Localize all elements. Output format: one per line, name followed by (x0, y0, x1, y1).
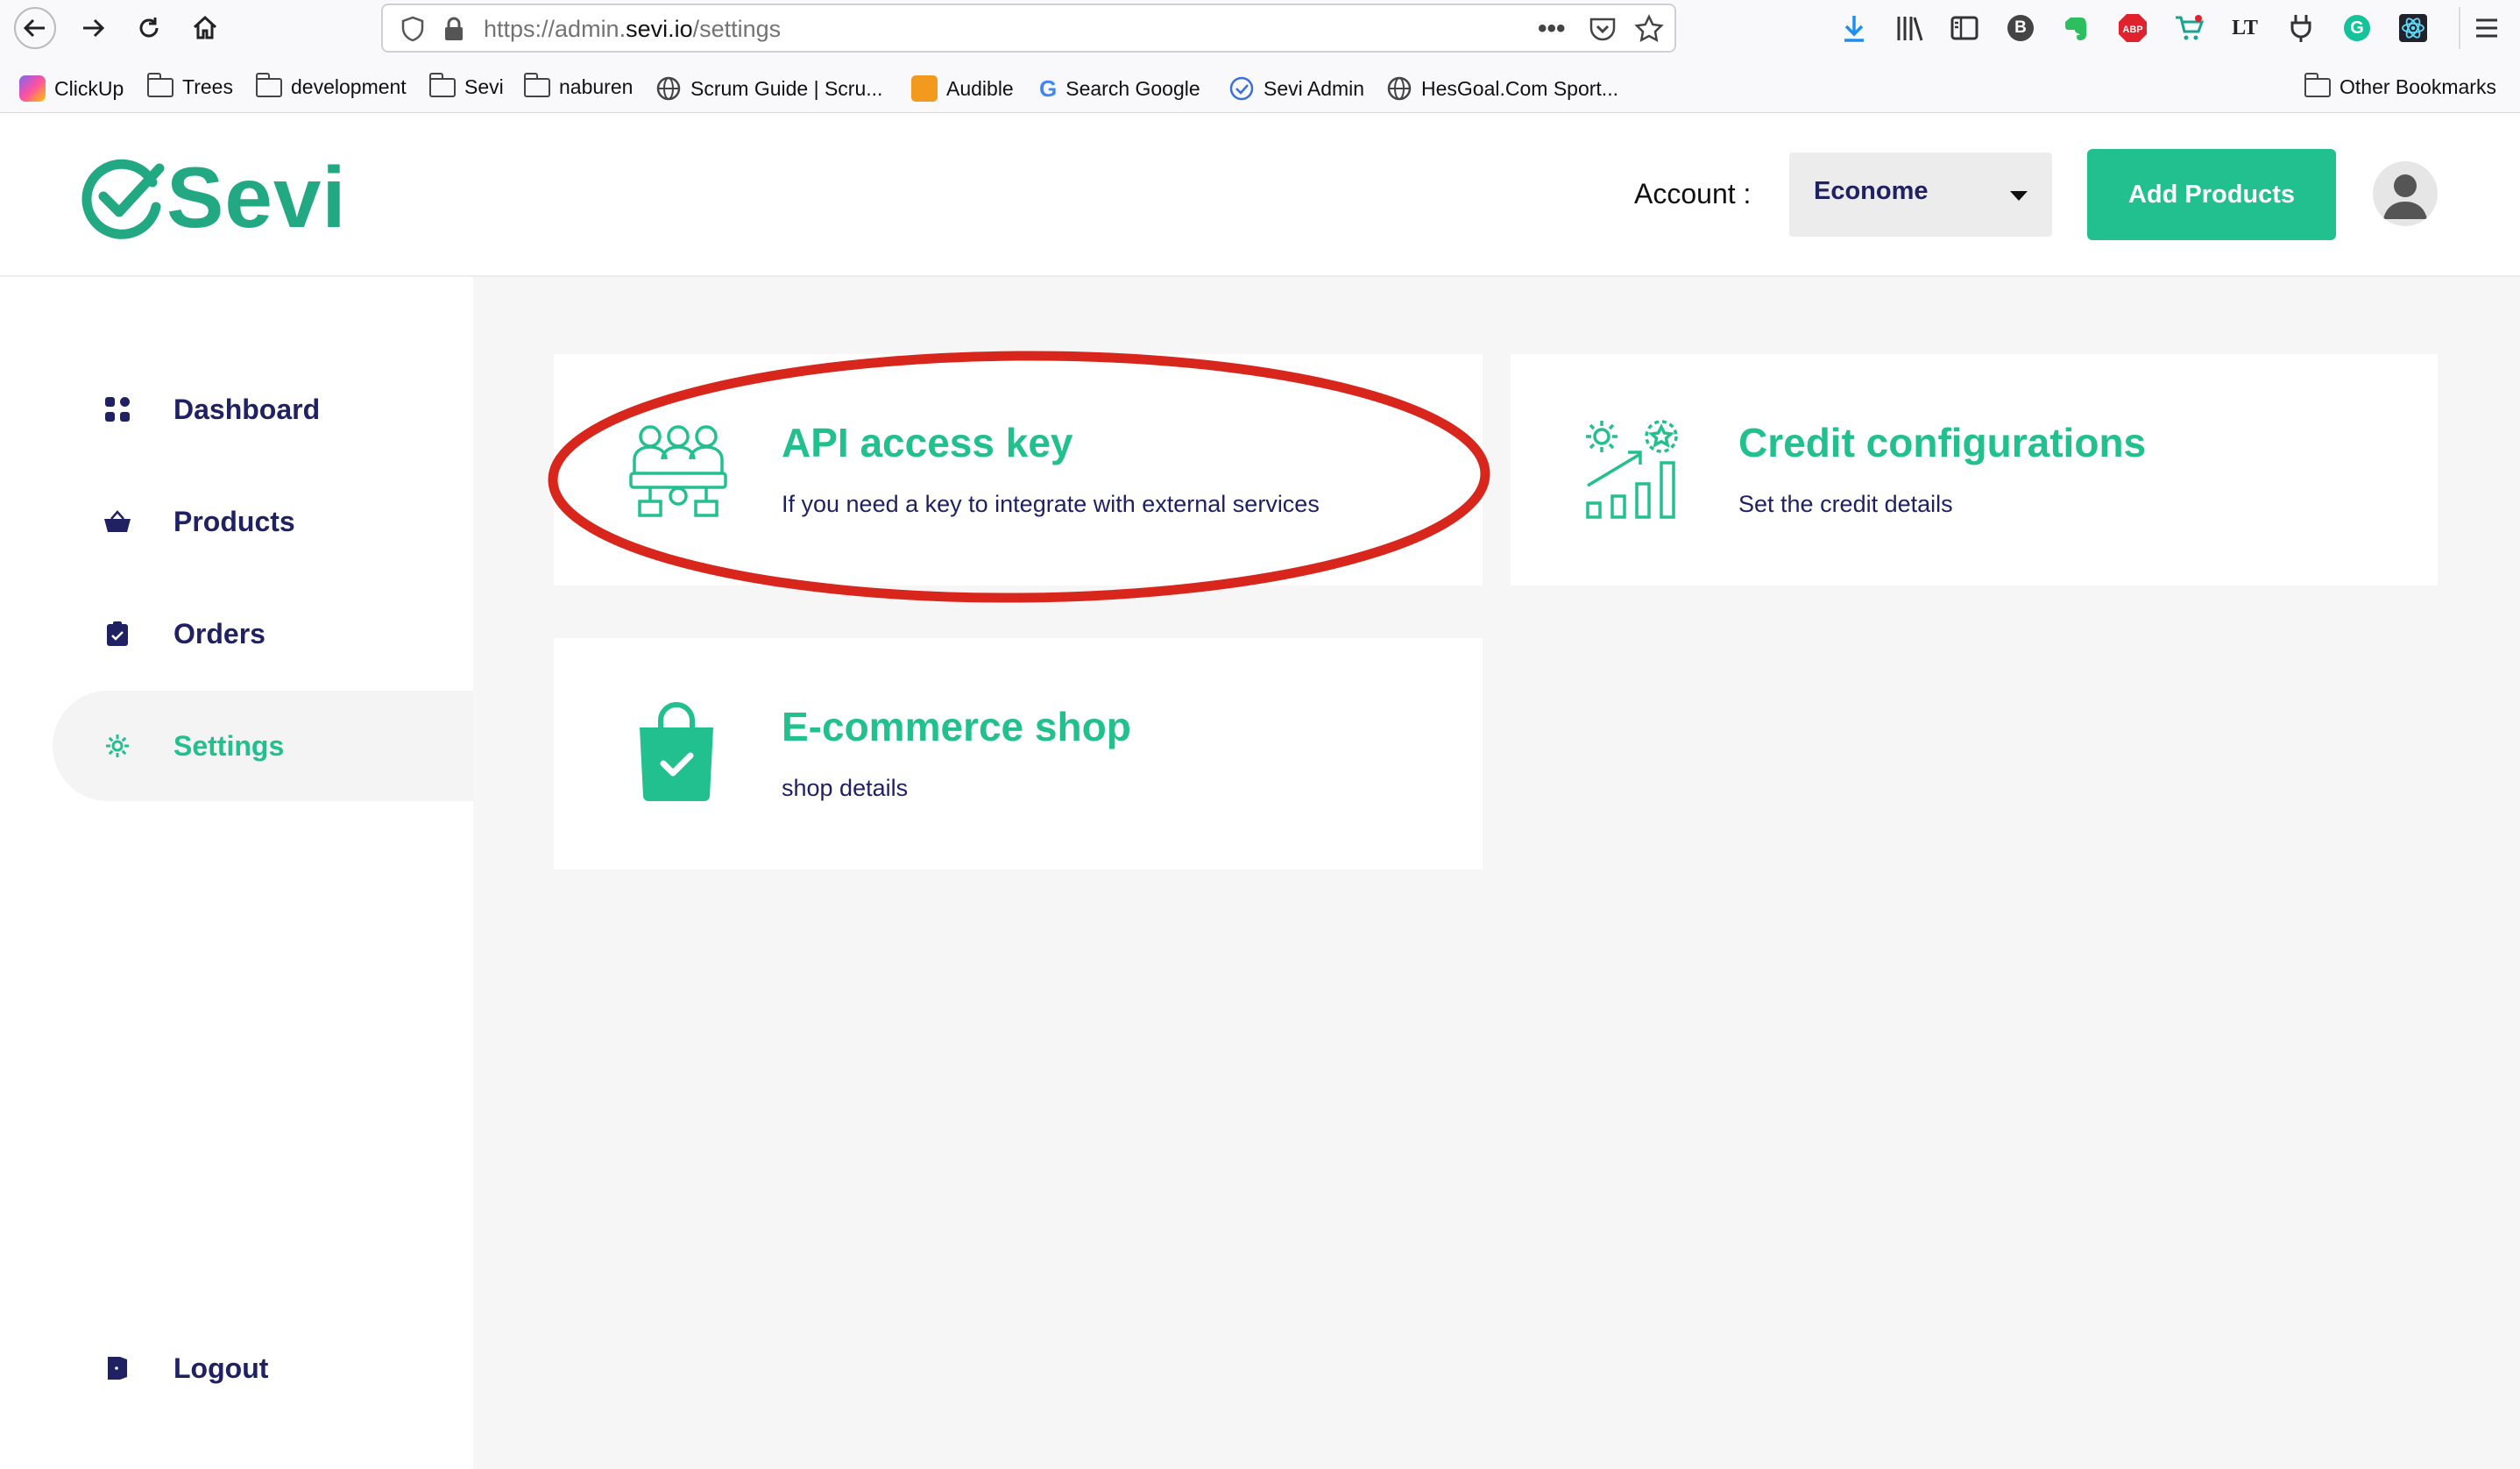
clipboard-check-icon (102, 618, 133, 649)
url-text: https://admin.sevi.io/settings (484, 16, 782, 42)
library-icon[interactable] (1893, 11, 1928, 46)
browser-toolbar: https://admin.sevi.io/settings ••• B ABP… (0, 0, 2520, 113)
evernote-icon[interactable] (2059, 11, 2094, 46)
sidebar-item-settings[interactable]: Settings (53, 691, 473, 801)
bookmark-sevi[interactable]: Sevi (429, 72, 504, 99)
team-network-icon (629, 425, 727, 517)
bookmark-search-google[interactable]: G Search Google (1039, 75, 1200, 103)
logout-icon (102, 1352, 133, 1384)
card-title: Credit configurations (1738, 420, 2147, 465)
logout-label: Logout (173, 1352, 269, 1384)
folder-icon (524, 72, 550, 97)
dashboard-icon (102, 394, 133, 425)
cart-extension-icon[interactable] (2171, 11, 2206, 46)
card-title: E-commerce shop (782, 704, 1131, 749)
svg-text:ABP: ABP (2122, 25, 2142, 35)
card-description: Set the credit details (1738, 491, 1953, 517)
folder-icon (2304, 72, 2331, 97)
card-description: shop details (782, 775, 909, 801)
logo-text: Sevi (166, 149, 347, 245)
logo-check-icon (81, 159, 165, 239)
react-devtools-icon[interactable] (2396, 11, 2431, 46)
page-actions-icon[interactable]: ••• (1538, 14, 1566, 44)
check-circle-icon (1229, 76, 1254, 101)
languagetool-icon[interactable]: LT (2227, 11, 2262, 46)
bookmark-hesgoal[interactable]: HesGoal.Com Sport... (1386, 75, 1618, 102)
pocket-icon[interactable] (1589, 16, 1617, 42)
arrow-left-icon (23, 18, 45, 38)
basket-icon (102, 506, 133, 537)
menu-icon[interactable] (2469, 11, 2504, 46)
lock-icon (445, 17, 463, 40)
bookmark-sevi-admin[interactable]: Sevi Admin (1228, 75, 1364, 102)
card-api-access-key[interactable]: API access key If you need a key to inte… (554, 354, 1483, 585)
shield-icon (401, 16, 424, 42)
sidebar: Dashboard Products Orders Settings Logou… (0, 277, 473, 1469)
logo[interactable]: Sevi (81, 148, 347, 247)
downloads-icon[interactable] (1837, 11, 1872, 46)
card-title: API access key (782, 420, 1073, 465)
bookmark-naburen[interactable]: naburen (524, 72, 633, 99)
folder-icon (429, 72, 456, 97)
card-description: If you need a key to integrate with exte… (782, 491, 1320, 517)
plug-extension-icon[interactable] (2283, 11, 2318, 46)
card-ecommerce-shop[interactable]: E-commerce shop shop details (554, 638, 1483, 869)
b-extension-icon[interactable]: B (2003, 11, 2038, 46)
toolbar-divider (2459, 7, 2460, 49)
shopping-bag-icon (640, 702, 713, 801)
globe-icon (1387, 76, 1412, 101)
avatar[interactable] (2373, 161, 2438, 226)
clickup-icon (19, 75, 46, 102)
reload-button[interactable] (128, 7, 170, 49)
forward-button[interactable] (72, 7, 114, 49)
bookmark-other-bookmarks[interactable]: Other Bookmarks (2304, 72, 2496, 99)
sidebar-item-label: Products (173, 505, 295, 537)
sidebar-item-label: Settings (173, 729, 285, 762)
grammarly-icon[interactable]: G (2339, 11, 2375, 46)
sidebar-item-products[interactable]: Products (53, 466, 473, 577)
bookmark-development[interactable]: development (256, 72, 407, 99)
folder-icon (147, 72, 173, 97)
user-icon (2383, 174, 2427, 219)
bookmarks-bar: ClickUp Trees development Sevi naburen S… (0, 67, 2520, 110)
globe-icon (656, 76, 681, 101)
card-credit-configurations[interactable]: Credit configurations Set the credit det… (1511, 354, 2438, 585)
account-label: Account : (1634, 178, 1752, 209)
bookmark-clickup[interactable]: ClickUp (19, 75, 124, 102)
back-button[interactable] (14, 7, 56, 49)
sidebar-item-dashboard[interactable]: Dashboard (53, 354, 473, 465)
sidebar-toggle-icon[interactable] (1947, 11, 1982, 46)
add-products-button[interactable]: Add Products (2087, 149, 2336, 240)
adblock-icon[interactable]: ABP (2115, 11, 2150, 46)
reload-icon (139, 18, 159, 38)
url-bar[interactable]: https://admin.sevi.io/settings ••• (381, 4, 1676, 53)
bookmark-trees[interactable]: Trees (147, 72, 233, 99)
sidebar-item-label: Dashboard (173, 393, 321, 425)
home-button[interactable] (184, 7, 226, 49)
bookmark-audible[interactable]: Audible (911, 75, 1014, 102)
sidebar-item-label: Orders (173, 617, 265, 649)
bookmark-star-icon[interactable] (1634, 14, 1664, 44)
account-select[interactable]: Econome (1789, 153, 2052, 237)
sidebar-item-orders[interactable]: Orders (53, 578, 473, 689)
google-icon: G (1039, 75, 1058, 102)
growth-chart-icon (1586, 420, 1678, 519)
account-select-value: Econome (1814, 177, 1929, 205)
chevron-down-icon (2010, 191, 2028, 201)
gear-icon (102, 730, 133, 762)
logout-button[interactable]: Logout (53, 1313, 473, 1423)
arrow-right-icon (83, 18, 105, 38)
home-icon (193, 15, 217, 39)
audible-icon (911, 75, 938, 102)
bookmark-scrum-guide[interactable]: Scrum Guide | Scru... (655, 75, 882, 102)
folder-icon (256, 72, 282, 97)
